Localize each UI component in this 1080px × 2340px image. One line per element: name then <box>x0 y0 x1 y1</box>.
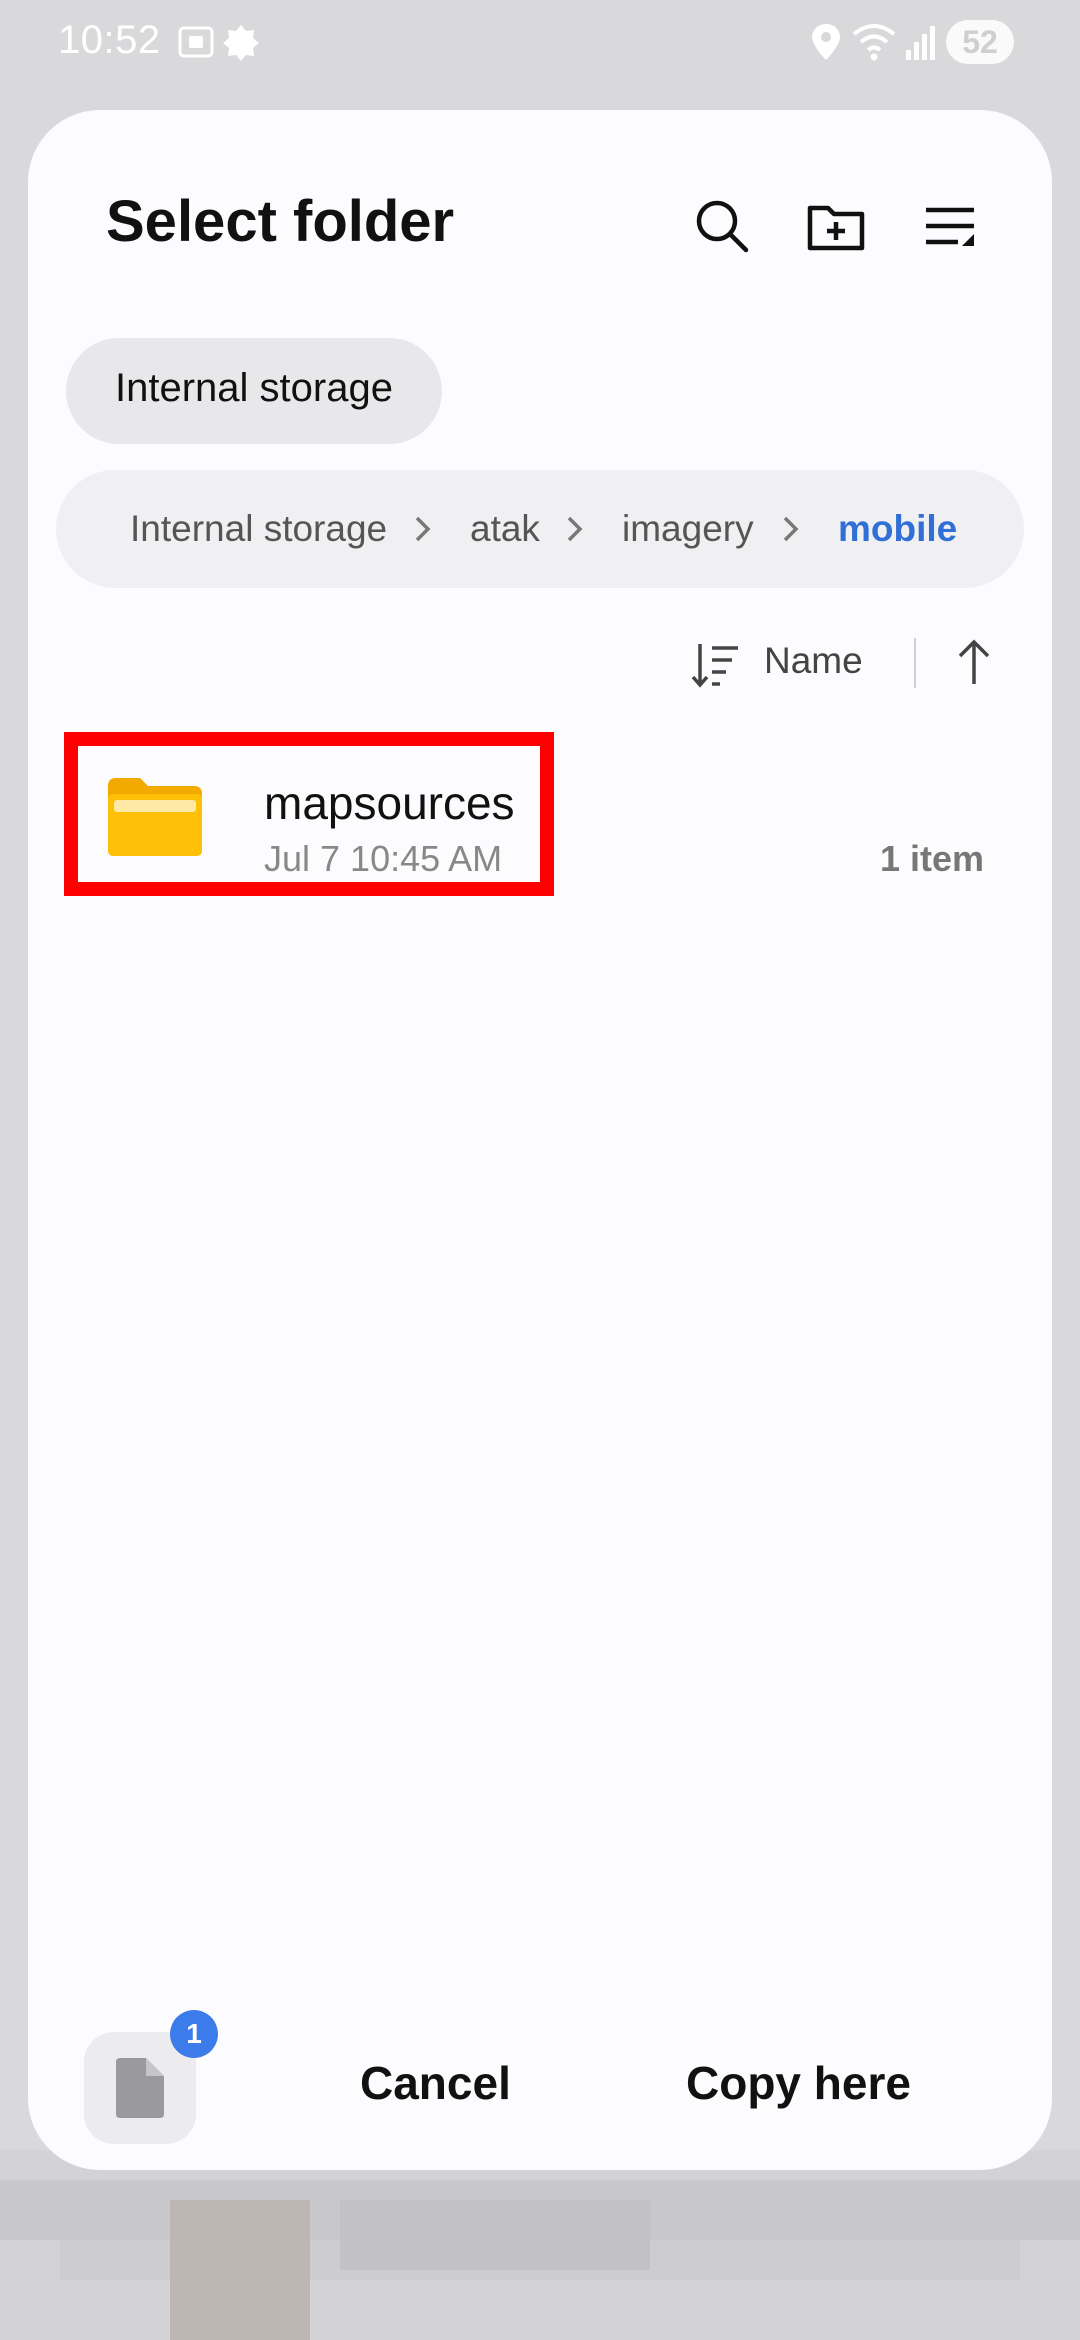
file-icon <box>116 2058 164 2118</box>
folder-item-count: 1 item <box>879 838 984 879</box>
chevron-right-icon <box>560 512 590 546</box>
dialog-title: Select folder <box>106 189 455 254</box>
location-icon <box>808 22 844 67</box>
battery-indicator: 52 <box>946 20 1014 64</box>
storage-chip-label: Internal storage <box>115 366 393 410</box>
chevron-right-icon <box>408 512 438 546</box>
new-folder-icon[interactable] <box>804 194 868 258</box>
background-app <box>0 2150 1080 2340</box>
breadcrumb-item-imagery[interactable]: imagery <box>622 508 754 550</box>
clipboard-count-badge: 1 <box>170 2010 218 2058</box>
notification-gear-icon <box>220 22 262 69</box>
cancel-button[interactable]: Cancel <box>360 2056 511 2110</box>
chevron-right-icon <box>776 512 806 546</box>
arrow-up-icon[interactable] <box>946 634 1002 690</box>
sort-divider <box>914 638 916 688</box>
status-time: 10:52 <box>58 18 161 62</box>
breadcrumb-item-mobile[interactable]: mobile <box>838 508 957 550</box>
select-folder-dialog: Select folder Internal storage Internal … <box>28 110 1052 2170</box>
sort-icon[interactable] <box>690 638 744 692</box>
wifi-icon <box>852 22 896 67</box>
storage-chip[interactable]: Internal storage <box>66 338 442 444</box>
list-view-icon[interactable] <box>918 194 982 258</box>
highlight-box <box>64 732 554 896</box>
sort-label[interactable]: Name <box>764 640 863 682</box>
bottom-action-bar: 1 Cancel Copy here <box>28 2010 1052 2160</box>
screenshot-icon <box>176 22 216 67</box>
breadcrumb-item-atak[interactable]: atak <box>470 508 540 550</box>
search-icon[interactable] <box>690 194 754 258</box>
copy-here-button[interactable]: Copy here <box>686 2056 911 2110</box>
status-bar: 10:52 52 <box>0 0 1080 90</box>
breadcrumb-item-internal-storage[interactable]: Internal storage <box>130 508 387 550</box>
signal-icon <box>904 22 940 67</box>
breadcrumb: Internal storage atak imagery mobile <box>56 470 1024 588</box>
